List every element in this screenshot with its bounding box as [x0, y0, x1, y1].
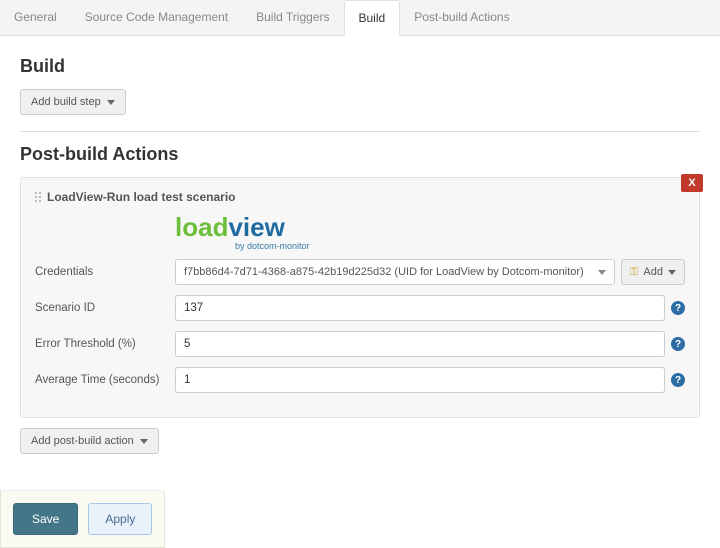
help-icon[interactable]: ? [671, 301, 685, 315]
divider [20, 131, 700, 132]
post-build-action-title: LoadView-Run load test scenario [47, 190, 235, 204]
credentials-label: Credentials [35, 266, 175, 278]
key-icon: ⚿ [630, 266, 638, 279]
tab-build-triggers[interactable]: Build Triggers [242, 0, 343, 35]
save-button[interactable]: Save [13, 503, 78, 535]
logo-subtitle: by dotcom-monitor [175, 241, 685, 251]
help-icon[interactable]: ? [671, 337, 685, 351]
add-post-build-action-button[interactable]: Add post-build action [20, 428, 159, 454]
avg-time-input[interactable] [175, 367, 665, 393]
tab-post-build-actions[interactable]: Post-build Actions [400, 0, 523, 35]
scenario-id-label: Scenario ID [35, 302, 175, 314]
footer-actions: Save Apply [0, 490, 165, 548]
tab-bar: General Source Code Management Build Tri… [0, 0, 720, 36]
post-build-action-block: X LoadView-Run load test scenario loadvi… [20, 177, 700, 418]
error-threshold-input[interactable] [175, 331, 665, 357]
credentials-select[interactable]: f7bb86d4-7d71-4368-a875-42b19d225d32 (UI… [175, 259, 615, 285]
post-build-section-title: Post-build Actions [20, 144, 700, 165]
chevron-down-icon [668, 270, 676, 275]
avg-time-label: Average Time (seconds) [35, 374, 175, 386]
loadview-logo: loadview by dotcom-monitor [35, 212, 685, 251]
add-build-step-button[interactable]: Add build step [20, 89, 126, 115]
help-icon[interactable]: ? [671, 373, 685, 387]
error-threshold-label: Error Threshold (%) [35, 338, 175, 350]
tab-general[interactable]: General [0, 0, 71, 35]
remove-action-button[interactable]: X [681, 174, 703, 192]
chevron-down-icon [107, 100, 115, 105]
apply-button[interactable]: Apply [88, 503, 152, 535]
build-section-title: Build [20, 56, 700, 77]
add-build-step-label: Add build step [31, 96, 101, 108]
chevron-down-icon [598, 270, 606, 275]
post-build-action-header[interactable]: LoadView-Run load test scenario [35, 190, 685, 204]
chevron-down-icon [140, 439, 148, 444]
add-credentials-label: Add [643, 266, 663, 278]
credentials-selected-value: f7bb86d4-7d71-4368-a875-42b19d225d32 (UI… [184, 266, 584, 278]
logo-part-view: view [228, 212, 284, 242]
tab-build[interactable]: Build [344, 0, 401, 36]
add-post-build-action-label: Add post-build action [31, 435, 134, 447]
add-credentials-button[interactable]: ⚿ Add [621, 259, 685, 285]
tab-scm[interactable]: Source Code Management [71, 0, 242, 35]
scenario-id-input[interactable] [175, 295, 665, 321]
logo-part-load: load [175, 212, 228, 242]
drag-handle-icon[interactable] [35, 192, 41, 202]
